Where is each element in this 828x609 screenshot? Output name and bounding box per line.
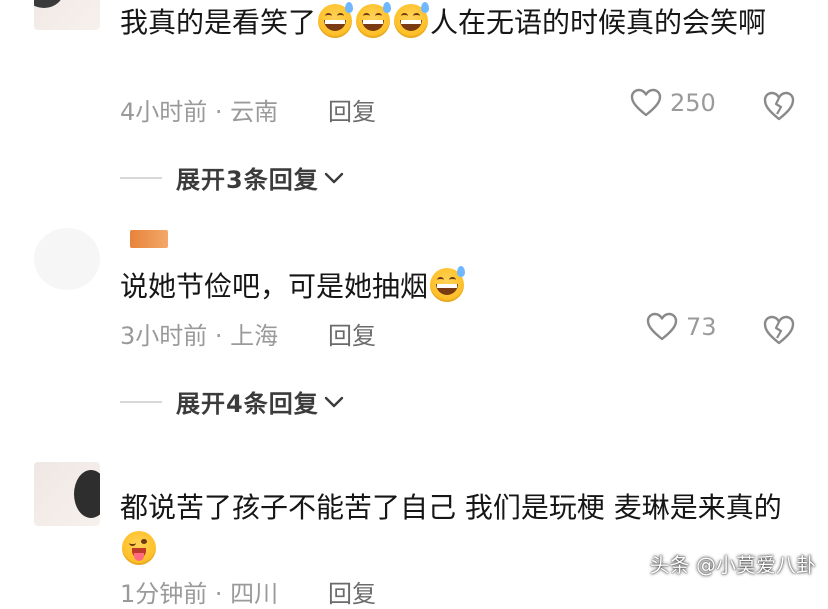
like-button[interactable]: 73 <box>646 312 717 342</box>
wink-tongue-emoji <box>122 531 156 565</box>
like-count: 73 <box>686 313 717 341</box>
reply-button[interactable]: 回复 <box>328 316 376 351</box>
heart-icon <box>630 88 662 117</box>
grin-sweat-emoji <box>318 2 354 38</box>
comment-meta: 4小时前 · 云南 <box>120 98 279 126</box>
divider <box>120 176 162 179</box>
user-badge <box>130 229 168 248</box>
expand-replies-label: 展开3条回复 <box>176 166 319 194</box>
comment-text-part-1: 我真的是看笑了 <box>120 6 317 39</box>
divider <box>120 400 162 403</box>
dislike-button[interactable] <box>762 90 796 126</box>
expand-replies-label: 展开4条回复 <box>176 390 319 418</box>
avatar[interactable] <box>34 462 100 526</box>
expand-replies-button[interactable]: 展开3条回复 <box>120 160 345 195</box>
broken-heart-icon <box>763 315 795 345</box>
username[interactable] <box>130 228 172 248</box>
broken-heart-icon <box>763 91 795 121</box>
like-button[interactable]: 250 <box>630 88 716 118</box>
chevron-down-icon <box>324 396 343 407</box>
comment-text: 我真的是看笑了 人在无语的时候真的会笑啊 <box>120 2 810 44</box>
like-count: 250 <box>670 89 716 117</box>
comment-meta: 3小时前 · 上海 <box>120 322 279 350</box>
reply-button[interactable]: 回复 <box>328 574 376 609</box>
comment-text-part-1: 说她节俭吧，可是她抽烟 <box>120 270 429 303</box>
grin-sweat-emoji <box>394 2 430 38</box>
grin-sweat-emoji <box>430 266 466 302</box>
comment-text-part-2: 人在无语的时候真的会笑啊 <box>430 6 767 39</box>
heart-icon <box>646 312 678 341</box>
watermark: 头条 @小莫爱八卦 <box>649 553 816 577</box>
grin-sweat-emoji <box>356 2 392 38</box>
reply-button[interactable]: 回复 <box>328 92 376 127</box>
comment-meta: 1分钟前 · 四川 <box>120 580 279 608</box>
chevron-down-icon <box>324 172 343 183</box>
expand-replies-button[interactable]: 展开4条回复 <box>120 384 345 419</box>
avatar[interactable] <box>34 0 100 30</box>
avatar[interactable] <box>34 228 100 290</box>
dislike-button[interactable] <box>762 314 796 350</box>
comment-text: 说她节俭吧，可是她抽烟 <box>120 266 810 308</box>
comment-text-part-1: 都说苦了孩子不能苦了自己 我们是玩梗 麦琳是来真的 <box>120 491 782 524</box>
